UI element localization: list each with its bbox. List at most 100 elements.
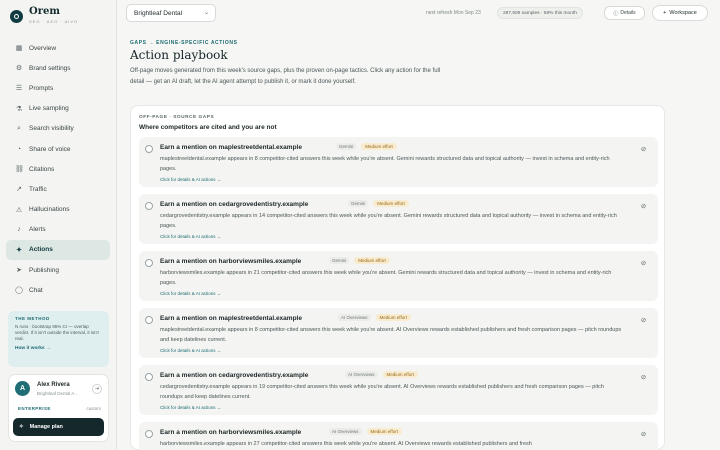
how-it-works-link[interactable]: How it works → xyxy=(15,346,102,351)
action-tags: Gemini Medium effort xyxy=(329,257,390,264)
sidebar-item-share-of-voice[interactable]: ◔ Share of voice xyxy=(6,139,110,159)
sidebar-item-hallucinations[interactable]: ⚠ Hallucinations xyxy=(6,200,110,220)
action-tags: Gemini Medium effort xyxy=(336,143,397,150)
eye-off-icon[interactable]: ⊘ xyxy=(638,428,649,439)
action-card[interactable]: Earn a mention on maplestreetdental.exam… xyxy=(139,308,658,358)
manage-plan-label: Manage plan xyxy=(29,424,63,430)
sidebar-nav: ▦ Overview ⚙ Brand settings ☰ Prompts ⚗ Live sa… xyxy=(6,38,110,300)
sidebar-item-citations[interactable]: ⛓ Citations xyxy=(6,159,110,179)
engine-badge: Gemini xyxy=(348,200,369,207)
eye-off-icon[interactable]: ⊘ xyxy=(638,143,649,154)
sidebar-item-label: Share of voice xyxy=(29,145,71,153)
action-tags: Gemini Medium effort xyxy=(348,200,409,207)
method-body: N runs · bootstrap 95% CI — overlap verd… xyxy=(15,324,99,341)
send-icon: ➤ xyxy=(16,267,22,275)
sidebar-item-label: Prompts xyxy=(29,84,54,92)
logo-icon xyxy=(10,10,23,23)
add-workspace-button[interactable]: + Workspace xyxy=(652,5,708,21)
sidebar-item-chat[interactable]: ◯ Chat xyxy=(6,280,110,300)
user-org: Brightleaf Dental A... xyxy=(37,391,79,396)
engine-badge: AI Overviews xyxy=(345,371,378,378)
mark-done-radio[interactable] xyxy=(145,430,153,438)
action-details-link[interactable]: Click for details & AI actions → xyxy=(160,234,221,239)
effort-badge: Medium effort xyxy=(366,428,402,435)
action-details-link[interactable]: Click for details & AI actions → xyxy=(160,177,221,182)
gear-icon: ⚙ xyxy=(15,65,23,73)
brand[interactable]: Orem SEO · AEO · AIVO xyxy=(10,6,78,24)
action-title: Earn a mention on maplestreetdental.exam… xyxy=(160,144,302,151)
effort-badge: Medium effort xyxy=(354,257,390,264)
eye-off-icon[interactable]: ⊘ xyxy=(638,257,649,268)
action-tags: AI Overviews Medium effort xyxy=(329,428,402,435)
plan-badge: ENTERPRISE xyxy=(18,406,51,411)
sidebar-item-actions[interactable]: ✦ Actions xyxy=(6,239,110,261)
user-name: Alex Rivera xyxy=(37,382,70,388)
action-card[interactable]: Earn a mention on harborviewsmiles.examp… xyxy=(139,251,658,301)
grid-icon: ▦ xyxy=(15,45,23,53)
sidebar-item-label: Overview xyxy=(29,44,57,52)
action-tags: AI Overviews Medium effort xyxy=(345,371,418,378)
brand-tagline: SEO · AEO · AIVO xyxy=(29,19,79,24)
section-eyebrow: OFF-PAGE · SOURCE GAPS xyxy=(139,115,215,120)
sidebar-item-label: Search visibility xyxy=(29,125,74,133)
engine-badge: AI Overviews xyxy=(338,314,371,321)
sidebar-item-overview[interactable]: ▦ Overview xyxy=(6,38,110,58)
brand-select-value: Brightleaf Dental xyxy=(134,9,183,17)
engine-badge: Gemini xyxy=(336,143,357,150)
mark-done-radio[interactable] xyxy=(145,316,153,324)
section-title: Where competitors are cited and you are … xyxy=(139,124,277,131)
sidebar-item-alerts[interactable]: ♪ Alerts xyxy=(6,220,110,240)
brand-name: Orem xyxy=(29,6,60,17)
action-title: Earn a mention on maplestreetdental.exam… xyxy=(160,315,302,322)
topbar: Brightleaf Dental ⌄ next refresh Mon Sep… xyxy=(118,0,720,27)
link-icon: ⛓ xyxy=(15,166,24,174)
sidebar-item-label: Brand settings xyxy=(29,64,71,72)
plan-mode: custom xyxy=(86,406,101,411)
brand-select[interactable]: Brightleaf Dental ⌄ xyxy=(126,4,216,22)
method-title: THE METHOD xyxy=(15,316,50,321)
mark-done-radio[interactable] xyxy=(145,145,153,153)
effort-badge: Medium effort xyxy=(361,143,397,150)
sidebar-item-publishing[interactable]: ➤ Publishing xyxy=(6,260,110,280)
details-label: Details xyxy=(620,10,636,16)
action-card[interactable]: Earn a mention on cedargrovedentistry.ex… xyxy=(139,194,658,244)
action-card[interactable]: Earn a mention on cedargrovedentistry.ex… xyxy=(139,365,658,415)
sidebar-item-prompts[interactable]: ☰ Prompts xyxy=(6,78,110,98)
sidebar-item-traffic[interactable]: ↗ Traffic xyxy=(6,179,110,199)
sidebar-item-label: Chat xyxy=(29,286,43,294)
logout-icon[interactable]: ⇥ xyxy=(92,384,102,394)
avatar[interactable]: A xyxy=(15,381,30,396)
action-title: Earn a mention on harborviewsmiles.examp… xyxy=(160,258,302,265)
action-description: harborviewsmiles.example appears in 27 c… xyxy=(160,441,532,447)
mark-done-radio[interactable] xyxy=(145,373,153,381)
mark-done-radio[interactable] xyxy=(145,202,153,210)
sidebar-item-label: Live sampling xyxy=(29,105,69,113)
source-gaps-panel: OFF-PAGE · SOURCE GAPS Where competitors… xyxy=(130,105,665,450)
sidebar-item-brand-settings[interactable]: ⚙ Brand settings xyxy=(6,58,110,78)
list-icon: ☰ xyxy=(15,85,23,93)
action-card[interactable]: Earn a mention on maplestreetdental.exam… xyxy=(139,137,658,187)
eye-off-icon[interactable]: ⊘ xyxy=(638,200,649,211)
sidebar-item-label: Hallucinations xyxy=(29,206,70,214)
sidebar-item-search-visibility[interactable]: ⌕ Search visibility xyxy=(6,119,110,139)
page-eyebrow: GAPS → ENGINE-SPECIFIC ACTIONS xyxy=(130,40,238,46)
page-description: Off-page moves generated from this week'… xyxy=(130,68,441,85)
action-card[interactable]: Earn a mention on harborviewsmiles.examp… xyxy=(139,422,658,450)
eye-off-icon[interactable]: ⊘ xyxy=(638,314,649,325)
manage-plan-button[interactable]: ✧ Manage plan xyxy=(13,418,104,436)
eye-off-icon[interactable]: ⊘ xyxy=(638,371,649,382)
sidebar-item-label: Actions xyxy=(29,246,53,254)
engine-badge: AI Overviews xyxy=(329,428,362,435)
action-details-link[interactable]: Click for details & AI actions → xyxy=(160,291,221,296)
next-refresh: next refresh Mon Sep 23 xyxy=(426,10,481,16)
search-icon: ⌕ xyxy=(17,124,21,132)
action-details-link[interactable]: Click for details & AI actions → xyxy=(160,348,221,353)
info-icon: ⓘ xyxy=(613,10,619,17)
engine-badge: Gemini xyxy=(329,257,350,264)
details-button[interactable]: ⓘ Details xyxy=(604,6,645,20)
action-title: Earn a mention on cedargrovedentistry.ex… xyxy=(160,372,309,379)
sidebar-item-live-sampling[interactable]: ⚗ Live sampling xyxy=(6,99,110,119)
sidebar-item-label: Traffic xyxy=(29,185,47,193)
mark-done-radio[interactable] xyxy=(145,259,153,267)
action-details-link[interactable]: Click for details & AI actions → xyxy=(160,405,221,410)
